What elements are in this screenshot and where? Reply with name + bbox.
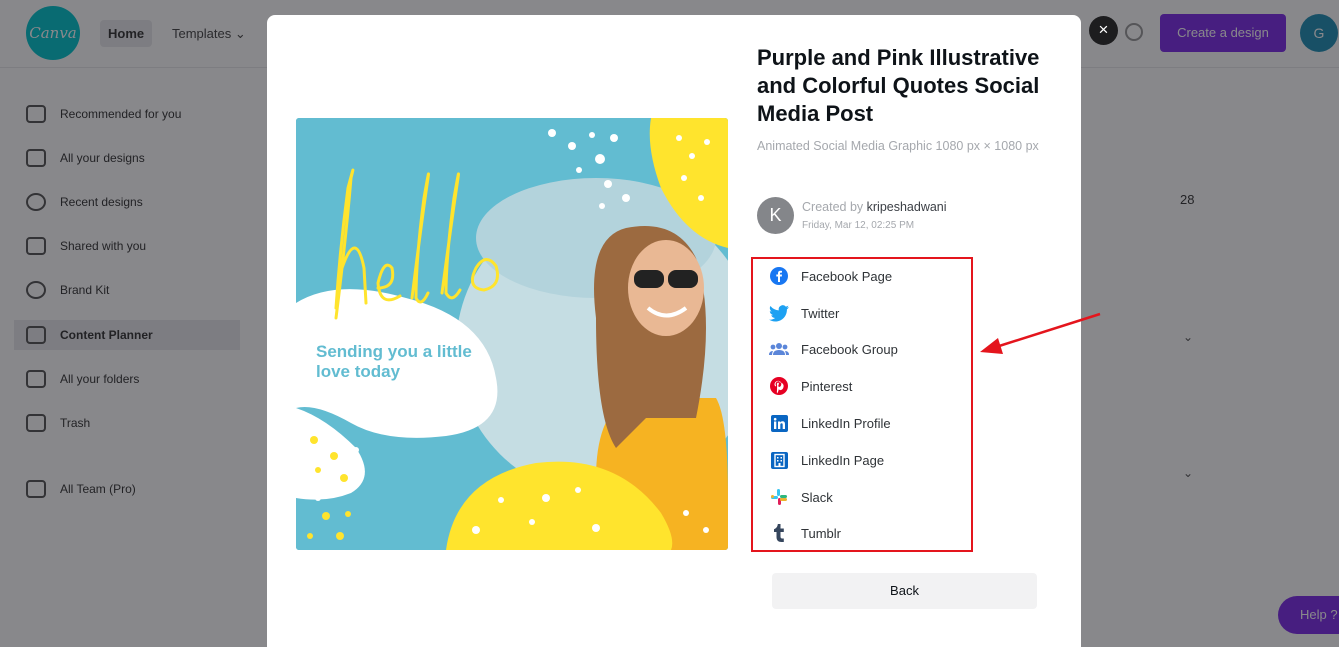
share-linkedin-page[interactable]: LinkedIn Page (769, 447, 884, 473)
share-pinterest[interactable]: Pinterest (769, 373, 852, 399)
share-tumblr[interactable]: Tumblr (769, 520, 841, 546)
creator-avatar: K (757, 197, 794, 234)
twitter-icon (769, 303, 789, 323)
preview-artwork (296, 118, 728, 550)
linkedin-page-icon (769, 450, 789, 470)
facebook-group-icon (769, 339, 789, 359)
back-button[interactable]: Back (772, 573, 1037, 609)
design-preview: Sending you a little love today (296, 118, 728, 550)
design-subtitle: Animated Social Media Graphic 1080 px × … (757, 139, 1039, 153)
share-facebook-page[interactable]: Facebook Page (769, 263, 892, 289)
slack-icon (769, 487, 789, 507)
share-facebook-group[interactable]: Facebook Group (769, 336, 898, 362)
pinterest-icon (769, 376, 789, 396)
creator-name: kripeshadwani (866, 200, 947, 214)
share-twitter[interactable]: Twitter (769, 300, 839, 326)
created-by: Created by kripeshadwani (802, 200, 947, 214)
share-modal: Sending you a little love today Purple a… (267, 15, 1081, 647)
design-title: Purple and Pink Illustrative and Colorfu… (757, 45, 1040, 126)
preview-message: Sending you a little love today (316, 342, 472, 381)
share-slack[interactable]: Slack (769, 484, 833, 510)
created-date: Friday, Mar 12, 02:25 PM (802, 220, 915, 231)
tumblr-icon (769, 523, 789, 543)
linkedin-icon (769, 413, 789, 433)
close-button[interactable]: × (1089, 16, 1118, 45)
share-linkedin-profile[interactable]: LinkedIn Profile (769, 410, 891, 436)
facebook-icon (769, 266, 789, 286)
